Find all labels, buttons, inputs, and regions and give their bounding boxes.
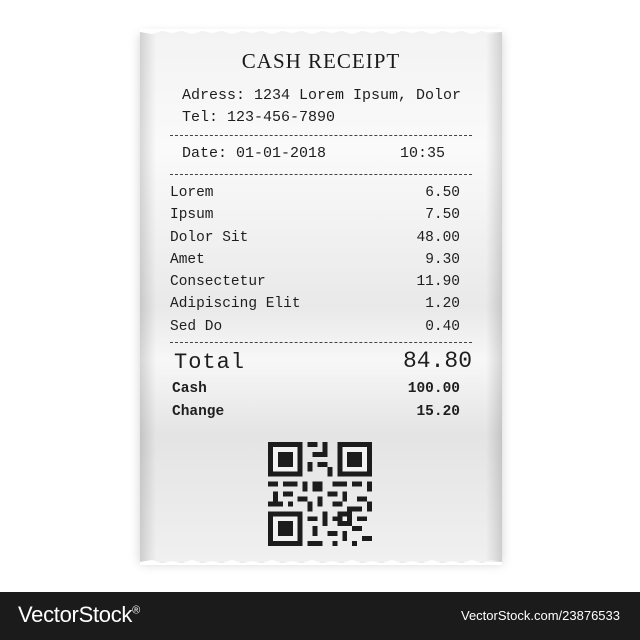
dashed-divider: [170, 135, 472, 136]
item-price: 9.30: [425, 251, 460, 268]
dashed-divider: [170, 342, 472, 343]
line-item: Sed Do 0.40: [170, 319, 460, 341]
item-price: 0.40: [425, 318, 460, 335]
receipt-date: Date: 01-01-2018: [182, 145, 327, 162]
item-price: 48.00: [416, 229, 460, 246]
cash-amount: 100.00: [407, 381, 460, 397]
brand-name: VectorStock: [18, 602, 133, 627]
line-item: Amet 9.30: [170, 252, 460, 274]
cash-receipt: CASH RECEIPT Adress: 1234 Lorem Ipsum, D…: [140, 29, 502, 565]
item-name: Adipiscing Elit: [170, 296, 301, 313]
item-name: Sed Do: [170, 318, 223, 335]
cash-label: Cash: [172, 381, 207, 397]
store-phone: Tel: 123-456-7890: [182, 109, 336, 126]
vectorstock-logo: VectorStock®: [18, 602, 140, 628]
item-price: 7.50: [425, 207, 460, 224]
line-item: Adipiscing Elit 1.20: [170, 296, 460, 318]
item-price: 6.50: [425, 185, 460, 201]
change-amount: 15.20: [416, 404, 460, 420]
watermark-bar: VectorStock® VectorStock.com/23876533: [0, 592, 640, 640]
item-price: 1.20: [425, 296, 460, 313]
line-item: Lorem 6.50: [170, 185, 460, 207]
qr-code-icon: [268, 442, 372, 546]
total-label: Total: [174, 350, 246, 375]
line-item: Consectetur 11.90: [170, 274, 460, 296]
torn-edge-top: [140, 29, 502, 34]
torn-edge-bottom: [140, 560, 502, 565]
dashed-divider: [170, 174, 472, 175]
registered-mark: ®: [132, 604, 140, 617]
line-item: Dolor Sit 48.00: [170, 230, 460, 252]
item-name: Lorem: [170, 185, 214, 201]
store-address: Adress: 1234 Lorem Ipsum, Dolor: [182, 87, 462, 104]
image-background: CASH RECEIPT Adress: 1234 Lorem Ipsum, D…: [0, 0, 640, 592]
item-price: 11.90: [416, 274, 460, 291]
item-name: Amet: [170, 251, 205, 268]
item-name: Ipsum: [170, 207, 214, 224]
item-name: Consectetur: [170, 274, 266, 291]
line-items-list: Lorem 6.50 Ipsum 7.50 Dolor Sit 48.00 Am…: [170, 185, 460, 341]
total-amount: 84.80: [402, 348, 472, 374]
image-id-text: VectorStock.com/23876533: [461, 608, 620, 623]
receipt-title: CASH RECEIPT: [241, 49, 401, 73]
receipt-time: 10:35: [399, 145, 445, 162]
change-label: Change: [172, 404, 225, 420]
item-name: Dolor Sit: [170, 229, 249, 246]
line-item: Ipsum 7.50: [170, 207, 460, 229]
